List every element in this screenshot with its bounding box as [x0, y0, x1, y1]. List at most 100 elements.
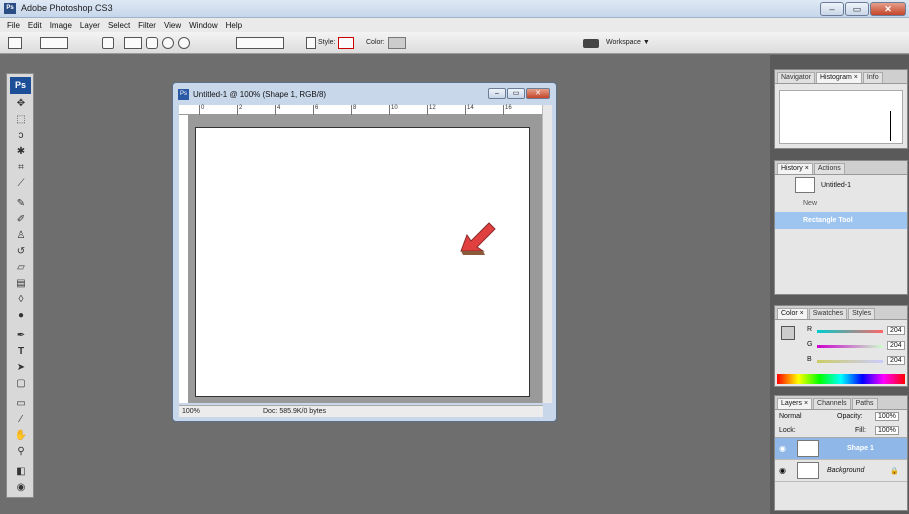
minimize-button[interactable]: –: [820, 2, 844, 16]
options-bar: Style: Color: Workspace ▼: [0, 32, 909, 54]
app-title: Adobe Photoshop CS3: [21, 3, 113, 13]
menu-layer[interactable]: Layer: [76, 21, 104, 30]
rectangle-shape-icon[interactable]: [124, 37, 142, 49]
opacity-input[interactable]: 100%: [875, 412, 899, 421]
layer-row[interactable]: ◉ Background 🔒: [775, 460, 907, 482]
eyedropper-tool-icon[interactable]: ⁄: [14, 414, 28, 426]
workspace-icon: [583, 39, 599, 48]
zoom-level[interactable]: 100%: [182, 408, 200, 415]
marquee-tool-icon[interactable]: ⬚: [14, 114, 28, 126]
vertical-scrollbar[interactable]: [542, 105, 552, 403]
doc-close-button[interactable]: ✕: [526, 88, 550, 99]
tab-paths[interactable]: Paths: [851, 398, 878, 409]
tab-color[interactable]: Color ×: [777, 308, 808, 319]
layer-row[interactable]: ◉ Shape 1: [775, 438, 907, 460]
menu-view[interactable]: View: [160, 21, 185, 30]
ruler-label: 14: [465, 105, 474, 115]
brush-tool-icon[interactable]: ✐: [14, 214, 28, 226]
layer-thumbnail: [797, 440, 819, 457]
doc-minimize-button[interactable]: –: [488, 88, 506, 99]
menu-filter[interactable]: Filter: [134, 21, 160, 30]
history-brush-tool-icon[interactable]: ↺: [14, 246, 28, 258]
document-info: Doc: 585.9K/0 bytes: [263, 408, 327, 415]
tab-layers[interactable]: Layers ×: [777, 398, 813, 409]
tab-actions[interactable]: Actions: [813, 163, 845, 174]
color-slider-b[interactable]: B 204: [803, 354, 905, 369]
type-tool-icon[interactable]: T: [14, 346, 28, 358]
hand-tool-icon[interactable]: ✋: [14, 430, 28, 442]
eraser-tool-icon[interactable]: ▱: [14, 262, 28, 274]
quick-mask-icon[interactable]: ◉: [14, 482, 28, 494]
tab-navigator[interactable]: Navigator: [777, 72, 815, 83]
menu-window[interactable]: Window: [185, 21, 221, 30]
layer-name: Shape 1: [847, 445, 874, 452]
workspace-button[interactable]: Workspace ▼: [606, 39, 650, 46]
slice-tool-icon[interactable]: ⟋: [14, 178, 28, 190]
lock-icon: 🔒: [890, 467, 899, 475]
shape-tool-icon[interactable]: ▢: [14, 378, 28, 390]
slider-value[interactable]: 204: [887, 326, 905, 335]
tab-history[interactable]: History ×: [777, 163, 813, 174]
ellipse-icon[interactable]: [162, 37, 174, 49]
blur-tool-icon[interactable]: ◊: [14, 294, 28, 306]
ruler-label: 8: [351, 105, 356, 115]
tab-channels[interactable]: Channels: [813, 398, 851, 409]
history-snapshot[interactable]: Untitled-1: [775, 175, 907, 195]
style-none-icon[interactable]: [338, 37, 354, 49]
doc-maximize-button[interactable]: ▭: [507, 88, 525, 99]
crop-tool-icon[interactable]: ⌗: [14, 162, 28, 174]
snapshot-thumbnail: [795, 177, 815, 193]
history-item[interactable]: Rectangle Tool: [775, 212, 907, 229]
pen-tool-icon[interactable]: ✒: [14, 330, 28, 342]
menu-file[interactable]: File: [3, 21, 24, 30]
visibility-eye-icon[interactable]: ◉: [779, 444, 786, 453]
tab-info[interactable]: Info: [862, 72, 883, 83]
color-swatch[interactable]: [388, 37, 406, 49]
history-item[interactable]: New: [775, 195, 907, 212]
menu-image[interactable]: Image: [46, 21, 76, 30]
histogram-graph: [779, 90, 903, 144]
tab-swatches[interactable]: Swatches: [808, 308, 848, 319]
fill-input[interactable]: 100%: [875, 426, 899, 435]
color-swap-icon[interactable]: ◧: [14, 466, 28, 478]
lasso-tool-icon[interactable]: ↄ: [14, 130, 28, 142]
visibility-eye-icon[interactable]: ◉: [779, 466, 786, 475]
menu-select[interactable]: Select: [104, 21, 134, 30]
dodge-tool-icon[interactable]: ●: [14, 310, 28, 322]
layers-panel: Layers × Channels Paths Normal Opacity: …: [774, 395, 908, 511]
foreground-color[interactable]: [781, 326, 795, 340]
blend-mode-select[interactable]: Normal: [779, 413, 802, 420]
slider-value[interactable]: 204: [887, 356, 905, 365]
move-tool-icon[interactable]: ✥: [14, 98, 28, 110]
shape-layers-icon[interactable]: [40, 37, 68, 49]
rounded-rectangle-icon[interactable]: [146, 37, 158, 49]
pen-icon[interactable]: [102, 37, 114, 49]
maximize-button[interactable]: ▭: [845, 2, 869, 16]
document-window: Ps Untitled-1 @ 100% (Shape 1, RGB/8) – …: [172, 82, 557, 422]
color-slider-g[interactable]: G 204: [803, 339, 905, 354]
panel-dock: Navigator Histogram × Info History × Act…: [770, 55, 909, 514]
menu-edit[interactable]: Edit: [24, 21, 46, 30]
opacity-label: Opacity:: [837, 413, 863, 420]
path-operations-icon[interactable]: [236, 37, 284, 49]
color-ramp[interactable]: [777, 374, 905, 384]
clone-stamp-tool-icon[interactable]: ♙: [14, 230, 28, 242]
notes-tool-icon[interactable]: ▭: [14, 398, 28, 410]
gradient-tool-icon[interactable]: ▤: [14, 278, 28, 290]
tool-preset-icon[interactable]: [8, 37, 22, 49]
canvas[interactable]: [195, 127, 530, 397]
tab-styles[interactable]: Styles: [848, 308, 876, 319]
polygon-icon[interactable]: [178, 37, 190, 49]
close-button[interactable]: ✕: [870, 2, 906, 16]
tab-histogram[interactable]: Histogram ×: [815, 72, 862, 83]
healing-brush-tool-icon[interactable]: ✎: [14, 198, 28, 210]
color-slider-r[interactable]: R 204: [803, 324, 905, 339]
style-picker-icon[interactable]: [306, 37, 316, 49]
ruler-label: 12: [427, 105, 436, 115]
zoom-tool-icon[interactable]: ⚲: [14, 446, 28, 458]
magic-wand-tool-icon[interactable]: ✱: [14, 146, 28, 158]
path-selection-tool-icon[interactable]: ➤: [14, 362, 28, 374]
slider-value[interactable]: 204: [887, 341, 905, 350]
menu-help[interactable]: Help: [222, 21, 246, 30]
toolbox: Ps ✥ ⬚ ↄ ✱ ⌗ ⟋ ✎ ✐ ♙ ↺ ▱ ▤ ◊ ● ✒ T ➤ ▢ ▭…: [6, 73, 34, 498]
